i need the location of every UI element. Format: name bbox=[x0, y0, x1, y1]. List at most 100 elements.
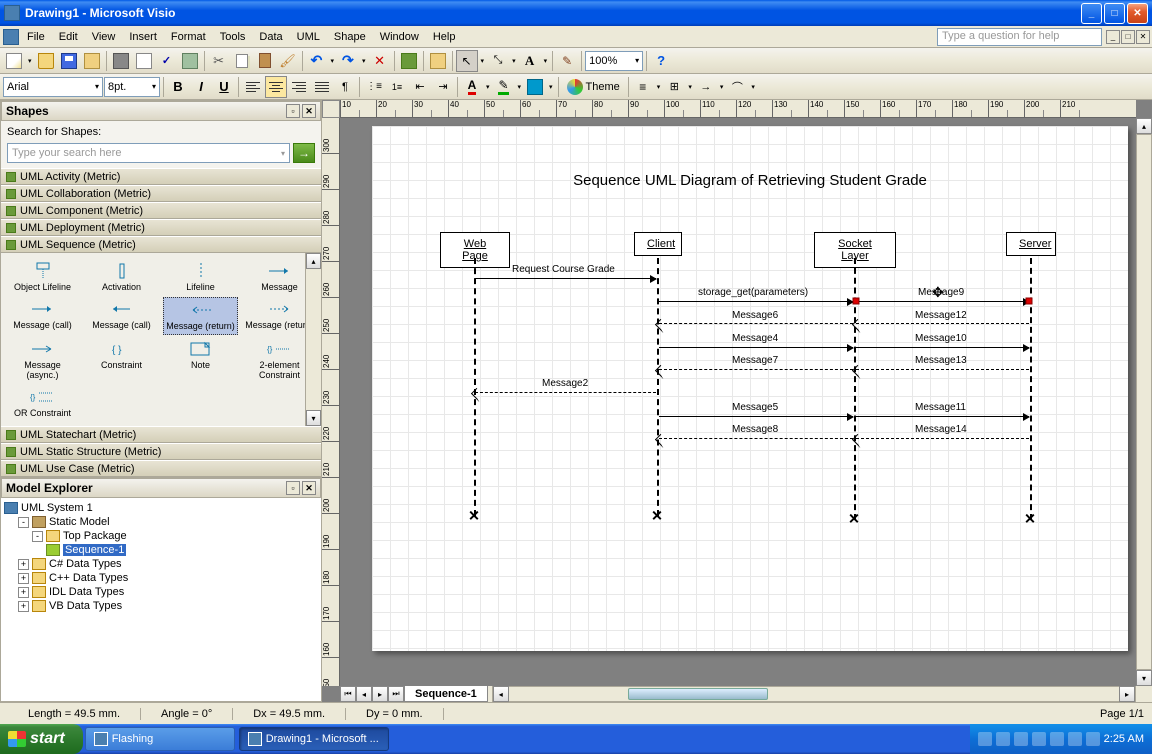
clock[interactable]: 2:25 AM bbox=[1104, 733, 1144, 745]
tree-static-model[interactable]: -Static Model bbox=[4, 515, 318, 529]
tree-root[interactable]: UML System 1 bbox=[4, 501, 318, 515]
message-arrow[interactable] bbox=[659, 301, 853, 302]
print-preview-button[interactable] bbox=[133, 50, 155, 72]
scroll-right-button[interactable]: ▸ bbox=[1119, 686, 1135, 702]
sheet-last-button[interactable]: ⏭ bbox=[388, 686, 404, 702]
tree-sequence-1[interactable]: Sequence-1 bbox=[4, 543, 318, 557]
scroll-down-button[interactable]: ▾ bbox=[1136, 670, 1152, 686]
help-button[interactable]: ? bbox=[650, 50, 672, 72]
selection-endpoint[interactable] bbox=[853, 298, 860, 305]
research-button[interactable] bbox=[179, 50, 201, 72]
font-color-button[interactable]: A bbox=[461, 76, 483, 98]
italic-button[interactable]: I bbox=[190, 76, 212, 98]
task-flashing[interactable]: Flashing bbox=[85, 727, 235, 751]
menu-edit[interactable]: Edit bbox=[52, 29, 85, 45]
line-color-button[interactable]: ✎ bbox=[493, 76, 515, 98]
shape-master[interactable]: Lifeline bbox=[163, 259, 238, 295]
vertical-ruler[interactable]: 3002902802702602502402302202102001901801… bbox=[322, 118, 340, 686]
distribute-button[interactable]: ¶ bbox=[334, 76, 356, 98]
text-tool-button[interactable]: A bbox=[519, 50, 541, 72]
connector-tool-button[interactable]: ⤡ bbox=[487, 50, 509, 72]
tray-icon[interactable] bbox=[1050, 732, 1064, 746]
align-left-button[interactable] bbox=[242, 76, 264, 98]
shape-master[interactable]: Message (call) bbox=[84, 297, 159, 335]
stencil-uml-statechart[interactable]: UML Statechart (Metric) bbox=[1, 426, 321, 443]
tray-icon[interactable] bbox=[996, 732, 1010, 746]
numbering-button[interactable]: 1≡ bbox=[386, 76, 408, 98]
message-arrow[interactable] bbox=[659, 347, 853, 348]
print-button[interactable] bbox=[110, 50, 132, 72]
lifeline-server[interactable]: Server bbox=[1006, 232, 1056, 256]
tree-csharp-types[interactable]: +C# Data Types bbox=[4, 557, 318, 571]
font-name-combo[interactable]: Arial▾ bbox=[3, 77, 103, 97]
font-size-combo[interactable]: 8pt.▾ bbox=[104, 77, 160, 97]
format-painter-button[interactable]: 🖌 bbox=[277, 50, 299, 72]
menu-window[interactable]: Window bbox=[373, 29, 426, 45]
ink-button[interactable]: ✎ bbox=[556, 50, 578, 72]
search-go-button[interactable]: → bbox=[293, 143, 315, 163]
help-search-box[interactable]: Type a question for help bbox=[937, 28, 1102, 46]
app-menu-icon[interactable] bbox=[2, 26, 20, 48]
shape-master[interactable]: {}OR Constraint bbox=[5, 385, 80, 421]
zoom-combo[interactable]: 100%▾ bbox=[585, 51, 643, 71]
menu-insert[interactable]: Insert bbox=[122, 29, 164, 45]
bold-button[interactable]: B bbox=[167, 76, 189, 98]
shapes-window-button[interactable] bbox=[398, 50, 420, 72]
fill-color-button[interactable] bbox=[524, 76, 546, 98]
tray-icon[interactable] bbox=[1086, 732, 1100, 746]
tray-icon[interactable] bbox=[1068, 732, 1082, 746]
delete-button[interactable]: ✕ bbox=[369, 50, 391, 72]
shape-master[interactable]: Message (async.) bbox=[5, 337, 80, 383]
stencil-uml-deployment[interactable]: UML Deployment (Metric) bbox=[1, 219, 321, 236]
shape-master[interactable]: Message (call) bbox=[5, 297, 80, 335]
menu-uml[interactable]: UML bbox=[290, 29, 327, 45]
stencil-uml-component[interactable]: UML Component (Metric) bbox=[1, 202, 321, 219]
drawing-page[interactable]: Sequence UML Diagram of Retrieving Stude… bbox=[372, 126, 1128, 651]
sheet-next-button[interactable]: ▸ bbox=[372, 686, 388, 702]
pointer-tool-button[interactable]: ↖ bbox=[456, 50, 478, 72]
theme-button[interactable]: Theme bbox=[562, 76, 625, 98]
tree-idl-types[interactable]: +IDL Data Types bbox=[4, 585, 318, 599]
goto-button[interactable] bbox=[427, 50, 449, 72]
menu-data[interactable]: Data bbox=[252, 29, 289, 45]
bullets-button[interactable]: ⋮≡ bbox=[363, 76, 385, 98]
message-return-arrow[interactable] bbox=[659, 369, 853, 370]
new-button[interactable] bbox=[3, 50, 25, 72]
shape-master[interactable]: Message (return) bbox=[163, 297, 238, 335]
copy-button[interactable] bbox=[231, 50, 253, 72]
align-center-button[interactable] bbox=[265, 76, 287, 98]
mdi-minimize-button[interactable]: _ bbox=[1106, 30, 1120, 44]
undo-button[interactable]: ↶ bbox=[306, 50, 328, 72]
stencil-uml-use-case[interactable]: UML Use Case (Metric) bbox=[1, 460, 321, 477]
canvas-viewport[interactable]: Sequence UML Diagram of Retrieving Stude… bbox=[340, 118, 1136, 686]
stencil-uml-activity[interactable]: UML Activity (Metric) bbox=[1, 168, 321, 185]
tray-icon[interactable] bbox=[1014, 732, 1028, 746]
message-return-arrow[interactable] bbox=[856, 438, 1029, 439]
tray-icon[interactable] bbox=[1032, 732, 1046, 746]
message-arrow[interactable] bbox=[856, 416, 1029, 417]
sheet-tab-sequence-1[interactable]: Sequence-1 bbox=[404, 686, 488, 702]
menu-tools[interactable]: Tools bbox=[213, 29, 253, 45]
tree-top-package[interactable]: -Top Package bbox=[4, 529, 318, 543]
spelling-button[interactable]: ✓ bbox=[156, 50, 178, 72]
selection-endpoint[interactable] bbox=[1026, 298, 1033, 305]
start-button[interactable]: start bbox=[0, 724, 83, 754]
message-arrow[interactable] bbox=[475, 278, 656, 279]
menu-help[interactable]: Help bbox=[426, 29, 463, 45]
increase-indent-button[interactable]: ⇥ bbox=[432, 76, 454, 98]
tree-cpp-types[interactable]: +C++ Data Types bbox=[4, 571, 318, 585]
align-right-button[interactable] bbox=[288, 76, 310, 98]
mdi-close-button[interactable]: ✕ bbox=[1136, 30, 1150, 44]
system-tray[interactable]: 2:25 AM bbox=[970, 724, 1152, 754]
vertical-scrollbar[interactable]: ▴ ▾ bbox=[1136, 118, 1152, 686]
sheet-first-button[interactable]: ⏮ bbox=[340, 686, 356, 702]
shape-master[interactable]: Object Lifeline bbox=[5, 259, 80, 295]
stencil-uml-static-structure[interactable]: UML Static Structure (Metric) bbox=[1, 443, 321, 460]
shape-master[interactable]: { }Constraint bbox=[84, 337, 159, 383]
paste-button[interactable] bbox=[254, 50, 276, 72]
search-shapes-input[interactable]: Type your search here▾ bbox=[7, 143, 290, 163]
stencil-scroll-down[interactable]: ▾ bbox=[306, 410, 321, 426]
shapes-close-button[interactable]: ✕ bbox=[302, 104, 316, 118]
menu-format[interactable]: Format bbox=[164, 29, 213, 45]
align-justify-button[interactable] bbox=[311, 76, 333, 98]
